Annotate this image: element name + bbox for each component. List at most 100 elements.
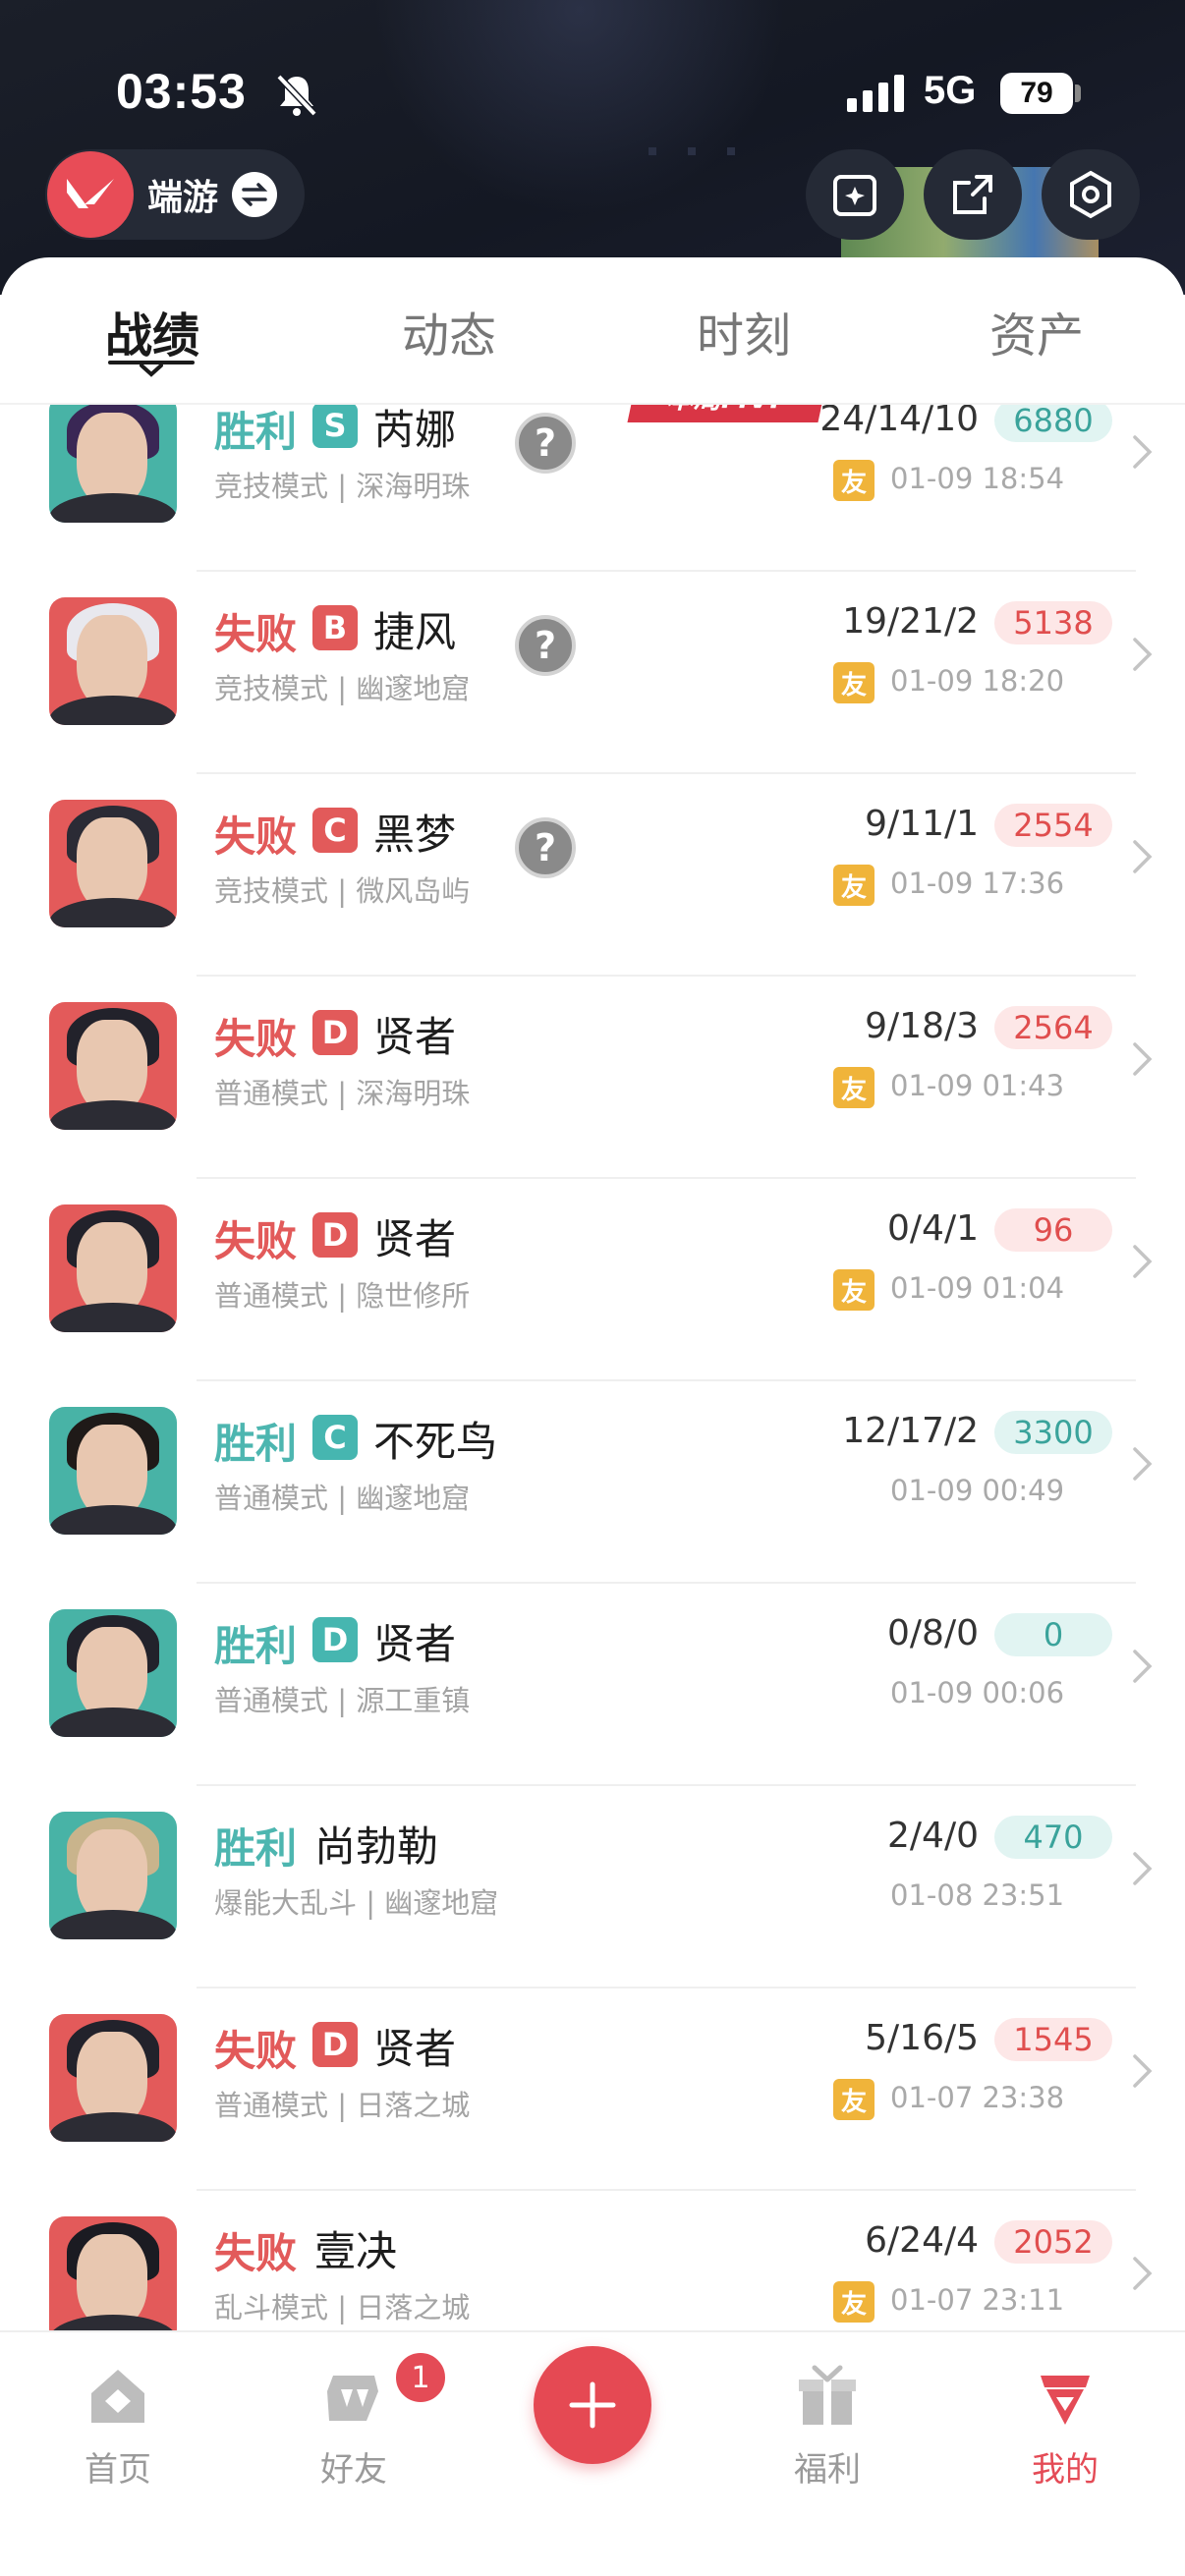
sparkle-card-icon — [833, 175, 876, 216]
match-score: 96 — [994, 1208, 1112, 1252]
agent-avatar — [49, 2216, 177, 2330]
agent-avatar — [49, 2014, 177, 2142]
nav-home[interactable]: 首页 — [49, 2362, 187, 2491]
agent-avatar — [49, 1002, 177, 1130]
header-glow — [373, 0, 786, 216]
match-row[interactable]: 胜利 尚勃勒 爆能大乱斗 | 幽邃地窟 2/4/0 470 01-08 23:51 — [0, 1786, 1185, 1988]
avatar-shoulder — [49, 898, 177, 927]
help-question-icon[interactable]: ? — [515, 615, 576, 676]
header-decor — [727, 147, 735, 155]
match-mode-map: 普通模式 | 源工重镇 — [214, 1684, 471, 1717]
nav-home-label: 首页 — [85, 2450, 151, 2490]
match-score: 2554 — [994, 804, 1112, 847]
kda: 0/8/0 — [887, 1613, 979, 1653]
agent-avatar — [49, 597, 177, 725]
avatar-shoulder — [49, 1303, 177, 1332]
match-score: 5138 — [994, 601, 1112, 644]
match-row[interactable]: 胜利 C 不死鸟 普通模式 | 幽邃地窟 12/17/2 3300 01-09 00:49 — [0, 1381, 1185, 1584]
edit-card-button[interactable] — [806, 149, 904, 240]
avatar-shoulder — [49, 696, 177, 725]
friend-tag-icon: 友 — [833, 662, 875, 703]
signal-icon — [847, 75, 904, 112]
match-row[interactable]: 胜利 D 贤者 普通模式 | 源工重镇 0/8/0 0 01-09 00:06 — [0, 1584, 1185, 1786]
chevron-right-icon — [1133, 638, 1153, 671]
add-post-button[interactable] — [534, 2346, 651, 2464]
avatar-shoulder — [49, 2112, 177, 2142]
match-mode-map: 竞技模式 | 幽邃地窟 — [214, 672, 471, 705]
me-agent-icon — [1041, 2376, 1090, 2425]
agent-avatar — [49, 1407, 177, 1535]
match-list: 胜利 S 芮娜? 本局MVP 竞技模式 | 深海明珠 24/14/10 6880 友 01-09… — [0, 405, 1185, 2330]
match-row[interactable]: 失败 C 黑梦? 竞技模式 | 微风岛屿 9/11/1 2554 友 01-09 17:36 — [0, 774, 1185, 977]
agent-avatar — [49, 1812, 177, 1939]
agent-name: 贤者 — [373, 1013, 457, 1061]
kda: 2/4/0 — [887, 1816, 979, 1856]
match-score: 6880 — [994, 405, 1112, 442]
chevron-right-icon — [1133, 1650, 1153, 1683]
chevron-right-icon — [1133, 2257, 1153, 2290]
kda: 12/17/2 — [842, 1411, 979, 1451]
agent-name: 贤者 — [373, 1620, 457, 1668]
network-type: 5G — [924, 69, 977, 112]
swap-icon — [232, 172, 278, 217]
kda: 5/16/5 — [865, 2018, 979, 2058]
rating-badge: C — [312, 1415, 358, 1460]
settings-button[interactable] — [1042, 149, 1140, 240]
kda: 9/11/1 — [865, 804, 979, 844]
rating-badge: C — [312, 808, 358, 853]
kda: 6/24/4 — [865, 2220, 979, 2261]
friend-tag-icon: 友 — [833, 2281, 875, 2323]
gift-icon — [799, 2365, 856, 2425]
nav-me[interactable]: 我的 — [996, 2362, 1134, 2491]
tab-feed[interactable]: 动态 — [351, 297, 547, 365]
match-row[interactable]: 失败 壹决 乱斗模式 | 日落之城 6/24/4 2052 友 01-07 23:11 — [0, 2191, 1185, 2330]
agent-name: 黑梦 — [373, 811, 457, 859]
agent-name: 尚勃勒 — [314, 1822, 439, 1871]
nav-rewards[interactable]: 福利 — [759, 2362, 896, 2491]
nav-me-label: 我的 — [1032, 2450, 1099, 2490]
match-score: 3300 — [994, 1411, 1112, 1454]
tab-bar: 战绩 动态 时刻 资产 — [0, 257, 1185, 405]
match-row[interactable]: 胜利 S 芮娜? 本局MVP 竞技模式 | 深海明珠 24/14/10 6880 友 01-09… — [0, 405, 1185, 572]
match-row[interactable]: 失败 B 捷风? 竞技模式 | 幽邃地窟 19/21/2 5138 友 01-09 18:20 — [0, 572, 1185, 774]
chevron-right-icon — [1133, 1447, 1153, 1481]
help-question-icon[interactable]: ? — [515, 817, 576, 878]
chevron-right-icon — [1133, 1042, 1153, 1076]
rating-badge: D — [312, 1617, 358, 1662]
friend-tag-icon: 友 — [833, 1269, 875, 1311]
chevron-right-icon — [1133, 2054, 1153, 2088]
match-datetime: 01-09 01:43 — [890, 1069, 1065, 1102]
match-datetime: 01-07 23:11 — [890, 2283, 1065, 2317]
kda: 0/4/1 — [887, 1208, 979, 1249]
battery-level: 79 — [1020, 77, 1053, 109]
platform-name: 端游 — [147, 178, 219, 218]
tab-moments[interactable]: 时刻 — [646, 297, 842, 365]
tab-assets[interactable]: 资产 — [938, 297, 1135, 365]
match-row[interactable]: 失败 D 贤者 普通模式 | 日落之城 5/16/5 1545 友 01-07 23:38 — [0, 1988, 1185, 2191]
match-datetime: 01-09 01:04 — [890, 1271, 1065, 1305]
help-question-icon[interactable]: ? — [515, 413, 576, 474]
plus-icon — [569, 2381, 616, 2429]
avatar-shoulder — [49, 1100, 177, 1130]
match-mode-map: 普通模式 | 日落之城 — [214, 2089, 471, 2122]
avatar-shoulder — [49, 1505, 177, 1535]
mvp-badge: 本局MVP — [627, 405, 829, 422]
match-row[interactable]: 失败 D 贤者 普通模式 | 深海明珠 9/18/3 2564 友 01-09 01:43 — [0, 977, 1185, 1179]
match-row[interactable]: 失败 D 贤者 普通模式 | 隐世修所 0/4/1 96 友 01-09 01:04 — [0, 1179, 1185, 1381]
platform-switch-button[interactable]: 端游 — [45, 149, 305, 240]
chevron-right-icon — [1133, 1245, 1153, 1278]
agent-name: 不死鸟 — [373, 1418, 498, 1466]
match-result: 失败 — [214, 2027, 298, 2075]
rating-badge: S — [312, 405, 358, 448]
match-datetime: 01-09 17:36 — [890, 867, 1065, 900]
rating-badge: D — [312, 1010, 358, 1055]
tab-records[interactable]: 战绩 — [54, 297, 251, 365]
rating-badge: B — [312, 605, 358, 650]
agent-avatar — [49, 1609, 177, 1737]
match-datetime: 01-09 00:06 — [890, 1676, 1065, 1709]
share-button[interactable] — [924, 149, 1022, 240]
agent-name: 贤者 — [373, 2025, 457, 2073]
match-result: 失败 — [214, 2229, 298, 2277]
match-mode-map: 竞技模式 | 深海明珠 — [214, 470, 471, 503]
match-result: 胜利 — [214, 408, 298, 456]
